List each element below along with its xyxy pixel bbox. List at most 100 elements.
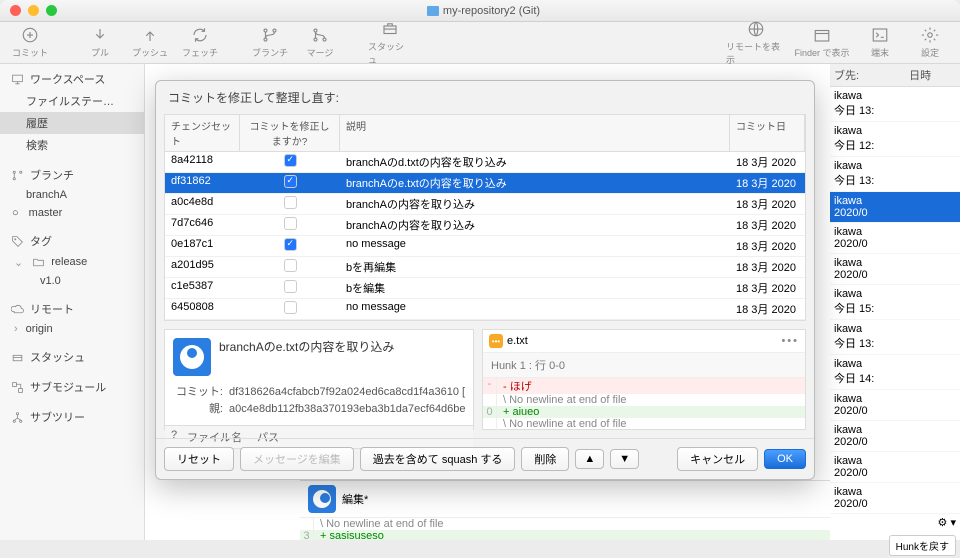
merge-button[interactable]: マージ: [298, 26, 342, 59]
list-item[interactable]: ikawa 2020/0: [830, 254, 960, 285]
maximize-window-icon[interactable]: [46, 5, 57, 16]
show-finder-button[interactable]: Finder で表示: [792, 26, 852, 59]
list-item[interactable]: ikawa 今日 14:: [830, 355, 960, 390]
branch-icon: [10, 168, 24, 182]
list-item[interactable]: ikawa 2020/0: [830, 452, 960, 483]
edit-message-button[interactable]: メッセージを編集: [240, 447, 354, 471]
sidebar-v10[interactable]: v1.0: [0, 272, 144, 290]
sidebar-branchA[interactable]: branchA: [0, 186, 144, 204]
tag-icon: [10, 234, 24, 248]
sidebar-filestage[interactable]: ファイルステー…: [0, 90, 144, 112]
table-row[interactable]: 7d7c646branchAの内容を取り込み18 3月 2020: [165, 215, 805, 236]
table-row[interactable]: df31862branchAのe.txtの内容を取り込み18 3月 2020: [165, 173, 805, 194]
list-item[interactable]: ikawa 今日 13:: [830, 157, 960, 192]
sidebar-branches[interactable]: ブランチ: [0, 164, 144, 186]
window-controls: [0, 5, 67, 16]
list-item[interactable]: ikawa 2020/0: [830, 421, 960, 452]
list-item[interactable]: ikawa 2020/0: [830, 192, 960, 223]
move-up-button[interactable]: ▲: [575, 449, 604, 469]
more-icon[interactable]: •••: [781, 335, 799, 347]
folder-icon: [31, 255, 45, 269]
modified-icon: •••: [489, 334, 503, 348]
stash-icon: [10, 350, 24, 364]
folder-icon: [427, 6, 439, 16]
list-item[interactable]: ikawa 今日 13:: [830, 87, 960, 122]
rebase-modal: コミットを修正して整理し直す: チェンジセット コミットを修正しますか? 説明 …: [155, 80, 815, 480]
col-desc[interactable]: 説明: [340, 115, 730, 151]
modal-footer: リセット メッセージを編集 過去を含めて squash する 削除 ▲ ▼ キャ…: [156, 438, 814, 479]
col-fix[interactable]: コミットを修正しますか?: [240, 115, 340, 151]
sidebar-search[interactable]: 検索: [0, 134, 144, 156]
table-row[interactable]: c1e5387bを編集18 3月 2020: [165, 278, 805, 299]
sidebar-submodule[interactable]: サブモジュール: [0, 376, 144, 398]
gear-row: ⚙︎ ▾: [830, 514, 960, 531]
table-row[interactable]: 0e187c1no message18 3月 2020: [165, 236, 805, 257]
fix-checkbox[interactable]: [284, 238, 297, 251]
diff-panel: •••e.txt••• Hunk 1 : 行 0-0 -- ほげ\ No new…: [482, 329, 806, 430]
move-down-button[interactable]: ▼: [610, 449, 639, 469]
cloud-icon: [10, 302, 24, 316]
sidebar-remotes[interactable]: リモート: [0, 298, 144, 320]
ok-button[interactable]: OK: [764, 449, 806, 469]
minimize-window-icon[interactable]: [28, 5, 39, 16]
sidebar-subtree[interactable]: サブツリー: [0, 406, 144, 428]
bg-commit-list: ブ先:日時 ikawa 今日 13:ikawa 今日 12:ikawa 今日 1…: [830, 64, 960, 558]
diff-filename: e.txt: [507, 335, 528, 347]
fix-checkbox[interactable]: [284, 259, 297, 272]
subtree-icon: [10, 410, 24, 424]
col-hash[interactable]: チェンジセット: [165, 115, 240, 151]
table-row[interactable]: 8a42118branchAのd.txtの内容を取り込み18 3月 2020: [165, 152, 805, 173]
reset-button[interactable]: リセット: [164, 447, 234, 471]
terminal-button[interactable]: 端末: [858, 26, 902, 59]
list-item[interactable]: ikawa 今日 13:: [830, 320, 960, 355]
table-row[interactable]: a201d95bを再編集18 3月 2020: [165, 257, 805, 278]
list-item[interactable]: ikawa 2020/0: [830, 390, 960, 421]
branch-button[interactable]: ブランチ: [248, 26, 292, 59]
col-date[interactable]: コミット日: [730, 115, 805, 151]
fix-checkbox[interactable]: [284, 217, 297, 230]
diff-line: \ No newline at end of file: [483, 418, 805, 430]
list-item[interactable]: ikawa 今日 12:: [830, 122, 960, 157]
fix-checkbox[interactable]: [284, 196, 297, 209]
push-button[interactable]: プッシュ: [128, 26, 172, 59]
sidebar-master[interactable]: ○master: [0, 204, 144, 222]
commit-table: チェンジセット コミットを修正しますか? 説明 コミット日 8a42118bra…: [164, 114, 806, 321]
commit-detail: branchAのe.txtの内容を取り込み コミット:df318626a4cfa…: [164, 329, 474, 430]
commit-button[interactable]: コミット: [8, 26, 52, 59]
sidebar-workspace[interactable]: ワークスペース: [0, 68, 144, 90]
sidebar-origin[interactable]: ›origin: [0, 320, 144, 338]
show-remote-button[interactable]: リモートを表示: [726, 20, 786, 66]
gear-icon[interactable]: ⚙︎ ▾: [938, 517, 956, 529]
sidebar-stash[interactable]: スタッシュ: [0, 346, 144, 368]
hunk-revert-button[interactable]: Hunkを戻す: [889, 535, 956, 556]
fix-checkbox[interactable]: [284, 175, 297, 188]
parent-hash: a0c4e8db112fb38a370193eba3b1da7ecf64d6be: [229, 401, 465, 418]
fix-checkbox[interactable]: [284, 154, 297, 167]
bg-rows: ikawa 今日 13:ikawa 今日 12:ikawa 今日 13:ikaw…: [830, 87, 960, 514]
fix-checkbox[interactable]: [284, 280, 297, 293]
table-row[interactable]: a0c4e8dbranchAの内容を取り込み18 3月 2020: [165, 194, 805, 215]
commit-hash: df318626a4cfabcb7f92a024ed6ca8cd1f4a3610…: [229, 384, 465, 401]
settings-button[interactable]: 設定: [908, 26, 952, 59]
list-item[interactable]: ikawa 2020/0: [830, 483, 960, 514]
sidebar-tags[interactable]: タグ: [0, 230, 144, 252]
list-item[interactable]: ikawa 今日 15:: [830, 285, 960, 320]
monitor-icon: [10, 72, 24, 86]
diff-line: 0+ aiueo: [483, 406, 805, 418]
close-window-icon[interactable]: [10, 5, 21, 16]
pull-button[interactable]: プル: [78, 26, 122, 59]
table-row[interactable]: 6450808no message18 3月 2020: [165, 299, 805, 320]
bg-diff: 編集* \ No newline at end of file3+ sasisu…: [300, 480, 830, 540]
diff-line: \ No newline at end of file: [483, 394, 805, 406]
avatar-icon: [308, 485, 336, 513]
squash-button[interactable]: 過去を含めて squash する: [360, 447, 516, 471]
list-item[interactable]: ikawa 2020/0: [830, 223, 960, 254]
sidebar-history[interactable]: 履歴: [0, 112, 144, 134]
sidebar-release[interactable]: ⌄release: [0, 252, 144, 272]
avatar-icon: [173, 338, 211, 376]
fetch-button[interactable]: フェッチ: [178, 26, 222, 59]
delete-button[interactable]: 削除: [521, 447, 569, 471]
fix-checkbox[interactable]: [284, 301, 297, 314]
cancel-button[interactable]: キャンセル: [677, 447, 758, 471]
stash-button[interactable]: スタッシュ: [368, 20, 412, 66]
